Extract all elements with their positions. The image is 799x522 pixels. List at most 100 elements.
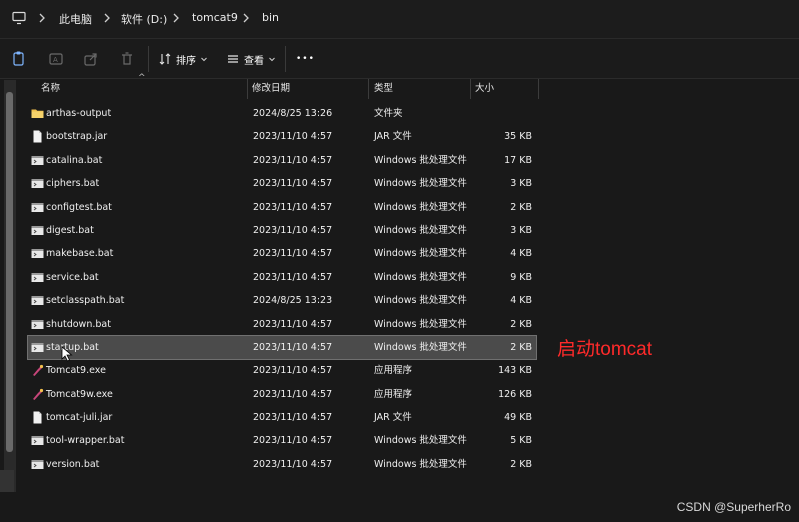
file-row[interactable]: Tomcat9.exe 2023/11/10 4:57 应用程序 143 KB (28, 359, 536, 382)
mouse-cursor-icon (61, 346, 73, 362)
file-type: Windows 批处理文件 (374, 248, 467, 260)
column-divider[interactable] (247, 79, 248, 99)
file-type: Windows 批处理文件 (374, 271, 467, 283)
file-size (470, 102, 532, 125)
computer-icon[interactable] (12, 11, 26, 25)
breadcrumb-bin[interactable]: bin (262, 11, 279, 24)
address-bar[interactable]: 此电脑 软件 (D:) tomcat9 bin (0, 0, 799, 39)
file-type: Windows 批处理文件 (374, 435, 467, 447)
file-type: Windows 批处理文件 (374, 154, 467, 166)
bat-file-icon (31, 249, 44, 259)
file-size: 9 KB (510, 271, 532, 283)
bat-file-icon (31, 319, 44, 329)
file-row-selected[interactable]: startup.bat 2023/11/10 4:57 Windows 批处理文… (27, 334, 537, 361)
file-name: configtest.bat (46, 201, 112, 213)
view-button[interactable]: 查看 (226, 48, 276, 70)
bat-file-icon (31, 436, 44, 446)
file-size: 17 KB (504, 154, 532, 166)
watermark: CSDN @SuperherRo (676, 500, 791, 514)
file-type: Windows 批处理文件 (374, 295, 467, 307)
column-divider[interactable] (470, 79, 471, 99)
breadcrumb-drive-d[interactable]: 软件 (D:) (121, 11, 167, 27)
column-header-date[interactable]: 修改日期 (252, 79, 290, 99)
sort-icon (159, 53, 171, 65)
file-type: Windows 批处理文件 (374, 178, 467, 190)
toolbar-divider (148, 46, 149, 72)
delete-icon[interactable] (116, 48, 138, 70)
column-header-size[interactable]: 大小 (475, 79, 494, 99)
file-name: arthas-output (46, 108, 112, 119)
file-row[interactable]: tomcat-juli.jar 2023/11/10 4:57 JAR 文件 4… (28, 406, 536, 429)
file-date: 2023/11/10 4:57 (253, 224, 333, 236)
file-date: 2023/11/10 4:57 (253, 131, 333, 143)
file-row[interactable]: bootstrap.jar 2023/11/10 4:57 JAR 文件 35 … (28, 125, 536, 148)
file-row[interactable]: ciphers.bat 2023/11/10 4:57 Windows 批处理文… (28, 172, 536, 195)
file-size: 2 KB (510, 318, 532, 330)
file-row[interactable]: tool-wrapper.bat 2023/11/10 4:57 Windows… (28, 429, 536, 452)
file-type: JAR 文件 (374, 131, 412, 143)
file-size: 126 KB (498, 388, 532, 400)
file-type: Windows 批处理文件 (374, 318, 467, 330)
file-date: 2023/11/10 4:57 (253, 318, 333, 330)
column-header-row: ^ 名称 修改日期 类型 大小 (20, 73, 540, 99)
file-type: 文件夹 (374, 108, 403, 119)
file-row[interactable]: digest.bat 2023/11/10 4:57 Windows 批处理文件… (28, 219, 536, 242)
file-row[interactable]: catalina.bat 2023/11/10 4:57 Windows 批处理… (28, 149, 536, 172)
sort-ascending-icon: ^ (138, 73, 146, 83)
file-name: makebase.bat (46, 248, 114, 260)
share-icon[interactable] (80, 48, 102, 70)
file-name: setclasspath.bat (46, 295, 125, 307)
breadcrumb-this-pc[interactable]: 此电脑 (59, 11, 92, 27)
file-row[interactable]: version.bat 2023/11/10 4:57 Windows 批处理文… (28, 453, 536, 476)
file-date: 2023/11/10 4:57 (253, 271, 333, 283)
more-options-button[interactable]: ••• (296, 48, 315, 70)
breadcrumb-tomcat9[interactable]: tomcat9 (192, 11, 238, 24)
file-date: 2023/11/10 4:57 (253, 435, 333, 447)
file-date: 2023/11/10 4:57 (253, 248, 333, 260)
file-size: 49 KB (504, 412, 532, 424)
file-row[interactable]: Tomcat9w.exe 2023/11/10 4:57 应用程序 126 KB (28, 383, 536, 406)
view-label: 查看 (244, 55, 264, 67)
file-type: 应用程序 (374, 365, 413, 377)
column-header-name[interactable]: 名称 (41, 79, 60, 99)
file-row[interactable]: configtest.bat 2023/11/10 4:57 Windows 批… (28, 196, 536, 219)
folder-icon (31, 109, 44, 118)
file-size: 2 KB (510, 458, 532, 470)
vertical-scrollbar[interactable] (4, 80, 16, 492)
chevron-down-icon (269, 57, 275, 62)
file-name: service.bat (46, 271, 99, 283)
paste-icon[interactable] (8, 48, 30, 70)
file-date: 2024/8/25 13:26 (253, 108, 333, 119)
chevron-down-icon (201, 57, 207, 62)
file-date: 2023/11/10 4:57 (253, 412, 333, 424)
bat-file-icon (31, 225, 44, 235)
file-date: 2023/11/10 4:57 (253, 458, 333, 470)
svg-text:A: A (53, 56, 58, 64)
annotation-start-tomcat: 启动tomcat (557, 339, 653, 360)
file-name: catalina.bat (46, 154, 103, 166)
tomcat-exe-icon (33, 388, 44, 400)
column-header-type[interactable]: 类型 (374, 79, 393, 99)
file-type: JAR 文件 (374, 412, 412, 424)
column-divider[interactable] (538, 79, 539, 99)
file-size: 5 KB (510, 435, 532, 447)
command-bar: A 排序 查看 ••• (0, 39, 799, 79)
tomcat-exe-icon (33, 365, 44, 377)
file-name: digest.bat (46, 224, 94, 236)
file-row[interactable]: makebase.bat 2023/11/10 4:57 Windows 批处理… (28, 242, 536, 265)
chevron-right-icon (104, 13, 110, 23)
bat-file-icon (31, 459, 44, 469)
chevron-right-icon (39, 13, 45, 23)
scrollbar-thumb[interactable] (6, 92, 13, 452)
rename-icon[interactable]: A (45, 48, 67, 70)
more-label: ••• (296, 54, 315, 64)
sort-button[interactable]: 排序 (158, 48, 208, 70)
sort-label: 排序 (176, 55, 196, 67)
file-row[interactable]: setclasspath.bat 2024/8/25 13:23 Windows… (28, 289, 536, 312)
chevron-right-icon (173, 13, 179, 23)
file-row[interactable]: shutdown.bat 2023/11/10 4:57 Windows 批处理… (28, 313, 536, 336)
column-divider[interactable] (368, 79, 369, 99)
bat-file-icon (31, 202, 44, 212)
file-row[interactable]: arthas-output 2024/8/25 13:26 文件夹 (28, 102, 536, 125)
file-row[interactable]: service.bat 2023/11/10 4:57 Windows 批处理文… (28, 266, 536, 289)
